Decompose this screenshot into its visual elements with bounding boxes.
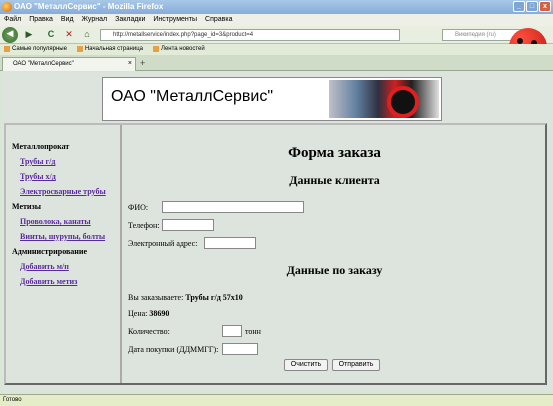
- ordering-prefix: Вы заказываете:: [128, 293, 184, 302]
- tab-title: ОАО "МеталлСервис": [13, 61, 74, 67]
- submit-button[interactable]: Отправить: [332, 359, 380, 371]
- sidebar-link-add-metal[interactable]: Добавить м/п: [20, 262, 120, 271]
- stop-button[interactable]: ✕: [62, 28, 76, 42]
- sidebar: Металлопрокат Трубы г/д Трубы х/д Электр…: [6, 125, 122, 383]
- maximize-button[interactable]: □: [526, 1, 538, 12]
- email-field[interactable]: [204, 237, 256, 249]
- menu-edit[interactable]: Правка: [29, 14, 53, 26]
- sidebar-link-cold-pipes[interactable]: Трубы х/д: [20, 172, 120, 181]
- phone-label: Телефон:: [128, 221, 160, 230]
- menu-view[interactable]: Вид: [61, 14, 74, 26]
- sidebar-section-admin: Администрирование: [12, 247, 88, 256]
- menu-history[interactable]: Журнал: [82, 14, 108, 26]
- fio-field[interactable]: [162, 201, 304, 213]
- clear-button[interactable]: Очистить: [284, 359, 328, 371]
- sidebar-link-hot-pipes[interactable]: Трубы г/д: [20, 157, 120, 166]
- date-field[interactable]: [222, 343, 258, 355]
- menu-help[interactable]: Справка: [205, 14, 232, 26]
- window-controls: _ □ x: [513, 1, 551, 12]
- forward-button[interactable]: ▶: [22, 28, 36, 42]
- quantity-field[interactable]: [222, 325, 242, 337]
- bookmark-news-feed[interactable]: Лента новостей: [153, 44, 205, 55]
- bookmarks-toolbar: Самые популярные Начальная страница Лент…: [0, 44, 553, 55]
- menu-file[interactable]: Файл: [4, 14, 21, 26]
- order-heading: Данные по заказу: [286, 263, 383, 277]
- site-banner: ОАО "МеталлСервис": [102, 77, 442, 121]
- url-input[interactable]: http://metallservice/index.php?page_id=3…: [100, 29, 400, 41]
- banner-title: ОАО "МеталлСервис": [111, 88, 274, 105]
- navigation-toolbar: ◀ ▶ C ✕ ⌂ http://metallservice/index.php…: [0, 26, 553, 66]
- tab-close-icon[interactable]: ×: [128, 58, 132, 70]
- status-bar: Готово: [0, 394, 553, 406]
- sidebar-link-welded-pipes[interactable]: Электросварные трубы: [20, 187, 120, 196]
- quantity-unit: тонн: [245, 327, 261, 336]
- tab-current[interactable]: ОАО "МеталлСервис" ×: [2, 57, 136, 71]
- menu-bar: Файл Правка Вид Журнал Закладки Инструме…: [0, 14, 553, 26]
- reload-button[interactable]: C: [44, 28, 58, 42]
- sidebar-section-hardware: Метизы: [12, 202, 41, 211]
- menu-tools[interactable]: Инструменты: [153, 14, 197, 26]
- new-tab-button[interactable]: +: [140, 58, 145, 68]
- window-title: ОАО "МеталлСервис" - Mozilla Firefox: [14, 2, 164, 11]
- email-label: Электронный адрес:: [128, 239, 198, 248]
- bookmark-most-visited[interactable]: Самые популярные: [4, 44, 67, 55]
- main-frame: Металлопрокат Трубы г/д Трубы х/д Электр…: [4, 123, 547, 385]
- client-heading: Данные клиента: [289, 173, 380, 187]
- price-value: 38690: [149, 309, 170, 318]
- tab-strip: ОАО "МеталлСервис" × +: [0, 55, 553, 71]
- page-title: Форма заказа: [288, 145, 381, 161]
- fio-label: ФИО:: [128, 203, 149, 212]
- phone-field[interactable]: [162, 219, 214, 231]
- page-content: ОАО "МеталлСервис" Металлопрокат Трубы г…: [2, 72, 551, 392]
- quantity-label: Количество:: [128, 327, 170, 336]
- order-form: Форма заказа Данные клиента ФИО: Телефон…: [124, 125, 545, 383]
- minimize-button[interactable]: _: [513, 1, 525, 12]
- sidebar-link-wire[interactable]: Проволока, канаты: [20, 217, 120, 226]
- firefox-icon: [2, 2, 12, 12]
- back-button[interactable]: ◀: [2, 27, 18, 43]
- date-label: Дата покупки (ДДММГГ):: [128, 345, 219, 354]
- home-button[interactable]: ⌂: [80, 28, 94, 42]
- close-button[interactable]: x: [539, 1, 551, 12]
- sidebar-section-rolled-metal: Металлопрокат: [12, 142, 70, 151]
- bookmark-start-page[interactable]: Начальная страница: [76, 44, 143, 55]
- menu-bookmarks[interactable]: Закладки: [115, 14, 145, 26]
- sidebar-link-screws[interactable]: Винты, шурупы, болты: [20, 232, 120, 241]
- ordering-value: Трубы г/д 57x10: [185, 293, 243, 302]
- window-titlebar: ОАО "МеталлСервис" - Mozilla Firefox _ □…: [0, 0, 553, 14]
- banner-pipes-image: [329, 80, 439, 118]
- price-prefix: Цена:: [128, 309, 148, 318]
- ordering-line: Вы заказываете: Трубы г/д 57x10: [128, 293, 243, 302]
- sidebar-link-add-hardware[interactable]: Добавить метиз: [20, 277, 120, 286]
- price-line: Цена: 38690: [128, 309, 169, 318]
